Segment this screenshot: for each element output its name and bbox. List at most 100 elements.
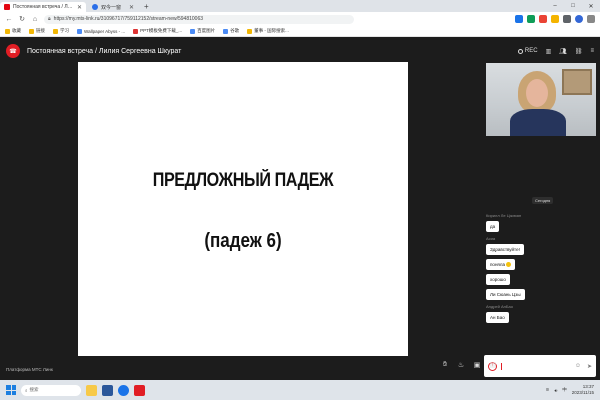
system-tray: ≋ 🔊︎ 中 13:37 2023/11/15: [546, 384, 594, 396]
folder-icon: [29, 28, 34, 34]
extension-icon[interactable]: [551, 15, 559, 23]
browser-tab-strip: Постоянная встреча / Ли... ✕ 双今一窗 ✕ + – …: [0, 0, 600, 12]
hangup-button[interactable]: ☎: [6, 44, 20, 58]
bookmarks-bar: 收藏 链接 学习 Wallpaper Abyss - ... PPT模板免费下载…: [0, 26, 600, 37]
input-language[interactable]: 中: [562, 387, 567, 393]
layout-icon[interactable]: ▥: [546, 48, 552, 55]
site-icon: [77, 28, 82, 34]
bookmark-item[interactable]: 董事 - 国际搜索...: [247, 28, 289, 34]
chat-panel: Кирилл Ле Цзиюян да Асиа Здравствуйте! п…: [484, 213, 596, 327]
chat-input-tools: ☺ ➤: [575, 363, 592, 370]
browser-tab-other[interactable]: 双今一窗 ✕: [88, 2, 138, 12]
text-cursor: [501, 362, 502, 370]
chat-sender: Андрей АнБао: [486, 304, 513, 310]
platform-footer: Платформа МТС Линк: [6, 367, 53, 372]
close-tab-icon[interactable]: ✕: [129, 4, 134, 11]
record-icon: [517, 48, 523, 54]
chat-input[interactable]: ! ☺ ➤: [484, 355, 596, 377]
chat-message: Ан Бао: [486, 312, 509, 324]
edge-icon[interactable]: [118, 384, 129, 396]
url-text: https://my.mts-link.ru/31096717/75911215…: [53, 16, 204, 22]
site-icon: [190, 28, 196, 34]
taskbar: ⌕ 搜索 ≋ 🔊︎ 中 13:37 2023/11/15: [0, 380, 600, 400]
emoji-icon[interactable]: ☺: [575, 363, 581, 370]
participants-icon[interactable]: 👥︎: [559, 48, 567, 55]
chat-message: Здравствуйте!: [486, 244, 524, 255]
mts-icon: [4, 4, 10, 10]
send-icon[interactable]: ➤: [587, 363, 592, 370]
clock-date: 2023/11/15: [571, 390, 594, 395]
header-tools: REC ▥ 👥︎ ⛓ ≡: [517, 48, 594, 55]
screen-icon[interactable]: ▣: [472, 360, 482, 370]
more-icon[interactable]: ≡: [590, 48, 594, 54]
close-tab-icon[interactable]: ✕: [77, 4, 82, 11]
bottom-controls: ✋︎ ♨ ▣ ▤: [440, 360, 498, 370]
chat-message: Ли Сюань Цзы: [486, 289, 525, 301]
smile-emoji-icon: [506, 262, 511, 268]
home-icon[interactable]: ⌂: [31, 16, 39, 23]
volume-icon[interactable]: 🔊︎: [554, 388, 557, 393]
file-explorer-icon[interactable]: [86, 384, 97, 396]
app-icon[interactable]: [134, 384, 145, 396]
speaker-video[interactable]: [486, 63, 596, 136]
bookmark-item[interactable]: PPT模板免费下载_...: [133, 28, 182, 34]
meeting-header: ☎ Постоянная встреча / Лилия Сергеевна Ш…: [0, 37, 600, 65]
browser-tab-meeting[interactable]: Постоянная встреча / Ли... ✕: [0, 2, 86, 12]
windows-start-icon[interactable]: [6, 385, 16, 395]
extensions-area: [515, 15, 595, 23]
maximize-button[interactable]: □: [564, 3, 582, 9]
bookmark-item[interactable]: 谷歌: [223, 28, 239, 34]
lock-icon: 🔒︎: [48, 16, 51, 22]
record-button[interactable]: REC: [517, 48, 538, 54]
reaction-icon[interactable]: ♨: [456, 360, 466, 370]
taskbar-search[interactable]: ⌕ 搜索: [21, 384, 81, 396]
folder-icon: [5, 28, 10, 34]
search-icon: ⌕: [25, 387, 28, 393]
raise-hand-icon[interactable]: ✋︎: [440, 360, 450, 370]
extension-icon[interactable]: [539, 15, 547, 23]
slide-title: ПРЕДЛОЖНЫЙ ПАДЕЖ: [152, 170, 334, 191]
bookmark-item[interactable]: 百度图片: [190, 28, 215, 34]
back-icon[interactable]: ←: [5, 16, 13, 23]
meeting-app: ☎ Постоянная встреча / Лилия Сергеевна Ш…: [0, 37, 600, 380]
site-icon: [223, 28, 229, 34]
chat-sender: Кирилл Ле Цзиюян: [486, 213, 522, 218]
chat-message: да: [486, 221, 500, 232]
presentation-slide: ПРЕДЛОЖНЫЙ ПАДЕЖ (падеж 6): [78, 62, 408, 356]
link-icon[interactable]: ⛓: [575, 48, 583, 55]
extension-icon[interactable]: [515, 15, 523, 23]
chat-toggle-icon[interactable]: ▤: [488, 360, 498, 370]
profile-icon[interactable]: [575, 15, 583, 23]
extension-icon[interactable]: [527, 15, 535, 23]
phone-icon: ☎: [9, 48, 17, 55]
record-label: REC: [524, 48, 538, 54]
tab-label: 双今一窗: [101, 4, 122, 11]
folder-icon: [53, 28, 58, 34]
globe-icon: [92, 4, 98, 10]
bookmark-item[interactable]: Wallpaper Abyss - ...: [77, 28, 125, 34]
speaker-face: [526, 79, 548, 107]
new-tab-button[interactable]: +: [140, 2, 153, 12]
extension-icon[interactable]: [563, 15, 571, 23]
minimize-button[interactable]: –: [546, 3, 564, 9]
refresh-icon[interactable]: ↻: [18, 15, 26, 23]
word-icon[interactable]: [102, 384, 113, 396]
system-clock[interactable]: 13:37 2023/11/15: [572, 384, 594, 396]
bookmark-item[interactable]: 链接: [29, 28, 45, 34]
bookmark-item[interactable]: 学习: [53, 28, 69, 34]
chat-message: хорошо: [486, 274, 510, 286]
bookmark-item[interactable]: 收藏: [5, 28, 21, 34]
address-bar-row: ← ↻ ⌂ 🔒︎ https://my.mts-link.ru/31096717…: [0, 12, 600, 26]
chat-message: поняла: [486, 259, 515, 271]
painting-background: [562, 69, 592, 95]
close-window-button[interactable]: ✕: [582, 3, 600, 10]
slide-subtitle: (падеж 6): [204, 230, 282, 252]
window-controls: – □ ✕: [546, 0, 600, 12]
search-placeholder: 搜索: [29, 387, 39, 392]
video-caption: Cегодня: [532, 197, 554, 204]
url-field[interactable]: 🔒︎ https://my.mts-link.ru/31096717/75911…: [44, 14, 354, 24]
wifi-icon[interactable]: ≋: [546, 387, 550, 393]
site-icon: [133, 28, 139, 34]
menu-icon[interactable]: [587, 15, 595, 23]
chat-sender: Асиа: [486, 236, 496, 241]
